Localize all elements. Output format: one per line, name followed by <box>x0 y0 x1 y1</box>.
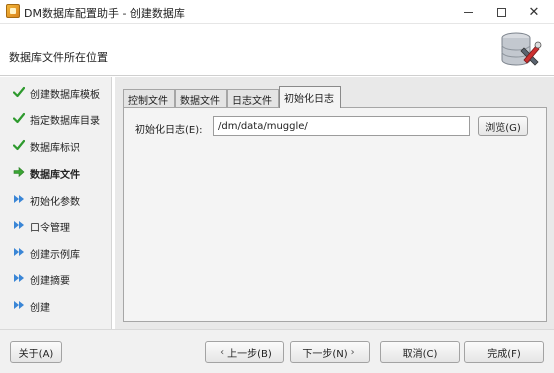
chevron-left-icon: ‹ <box>220 346 225 358</box>
step-create: 创建 <box>0 294 112 316</box>
step-db-files: 数据库文件 <box>0 161 112 183</box>
tab-init-log[interactable]: 初始化日志 <box>279 86 341 108</box>
step-label: 创建 <box>30 303 50 314</box>
maximize-icon <box>496 7 506 17</box>
previous-button[interactable]: ‹ 上一步(B) <box>205 341 284 363</box>
step-summary: 创建摘要 <box>0 267 112 289</box>
previous-label: 上一步(B) <box>227 348 272 360</box>
step-label: 初始化参数 <box>30 197 80 208</box>
app-icon <box>6 4 20 18</box>
check-icon <box>13 139 25 151</box>
double-arrow-icon <box>14 301 24 309</box>
double-arrow-icon <box>14 274 24 282</box>
content-panel: 控制文件 数据文件 日志文件 初始化日志 初始化日志(E): 浏览(G) <box>115 77 554 329</box>
arrow-right-icon <box>13 166 25 178</box>
minimize-button[interactable] <box>452 0 484 24</box>
step-label: 口令管理 <box>30 223 70 234</box>
step-label: 创建示例库 <box>30 250 80 261</box>
step-db-directory: 指定数据库目录 <box>0 107 112 129</box>
wizard-header: 数据库文件所在位置 <box>0 24 554 76</box>
wizard-steps-sidebar: 创建数据库模板 指定数据库目录 数据库标识 数据库文件 初始化参数 口令管理 创… <box>0 77 112 329</box>
step-label: 创建摘要 <box>30 276 70 287</box>
close-icon: ✕ <box>528 4 540 20</box>
step-create-template: 创建数据库模板 <box>0 81 112 103</box>
chevron-right-icon: › <box>350 346 355 358</box>
step-label: 创建数据库模板 <box>30 90 100 101</box>
finish-button[interactable]: 完成(F) <box>464 341 544 363</box>
step-db-identity: 数据库标识 <box>0 134 112 156</box>
tab-data-files[interactable]: 数据文件 <box>175 89 227 107</box>
check-icon <box>13 86 25 98</box>
maximize-button[interactable] <box>485 0 517 24</box>
init-log-panel: 初始化日志(E): 浏览(G) <box>123 107 547 322</box>
step-label: 数据库文件 <box>30 170 80 181</box>
tab-log-files[interactable]: 日志文件 <box>227 89 279 107</box>
minimize-icon <box>463 11 473 13</box>
double-arrow-icon <box>14 195 24 203</box>
double-arrow-icon <box>14 248 24 256</box>
next-button[interactable]: 下一步(N) › <box>290 341 370 363</box>
check-icon <box>13 112 25 124</box>
about-button[interactable]: 关于(A) <box>10 341 62 363</box>
double-arrow-icon <box>14 221 24 229</box>
init-log-path-input[interactable] <box>213 116 470 136</box>
close-button[interactable]: ✕ <box>518 0 550 24</box>
step-label: 指定数据库目录 <box>30 116 100 127</box>
step-password: 口令管理 <box>0 214 112 236</box>
step-init-params: 初始化参数 <box>0 188 112 210</box>
step-sample-db: 创建示例库 <box>0 241 112 263</box>
step-label: 数据库标识 <box>30 143 80 154</box>
page-title: 数据库文件所在位置 <box>9 51 108 64</box>
browse-button[interactable]: 浏览(G) <box>478 116 528 136</box>
database-tools-icon <box>501 32 542 66</box>
title-bar: DM数据库配置助手 - 创建数据库 ✕ <box>0 0 554 24</box>
cancel-button[interactable]: 取消(C) <box>380 341 460 363</box>
wizard-footer: 关于(A) ‹ 上一步(B) 下一步(N) › 取消(C) 完成(F) <box>0 329 554 373</box>
init-log-label: 初始化日志(E): <box>135 125 203 136</box>
window-title: DM数据库配置助手 - 创建数据库 <box>24 7 185 20</box>
tab-control-files[interactable]: 控制文件 <box>123 89 175 107</box>
next-label: 下一步(N) <box>302 348 348 360</box>
